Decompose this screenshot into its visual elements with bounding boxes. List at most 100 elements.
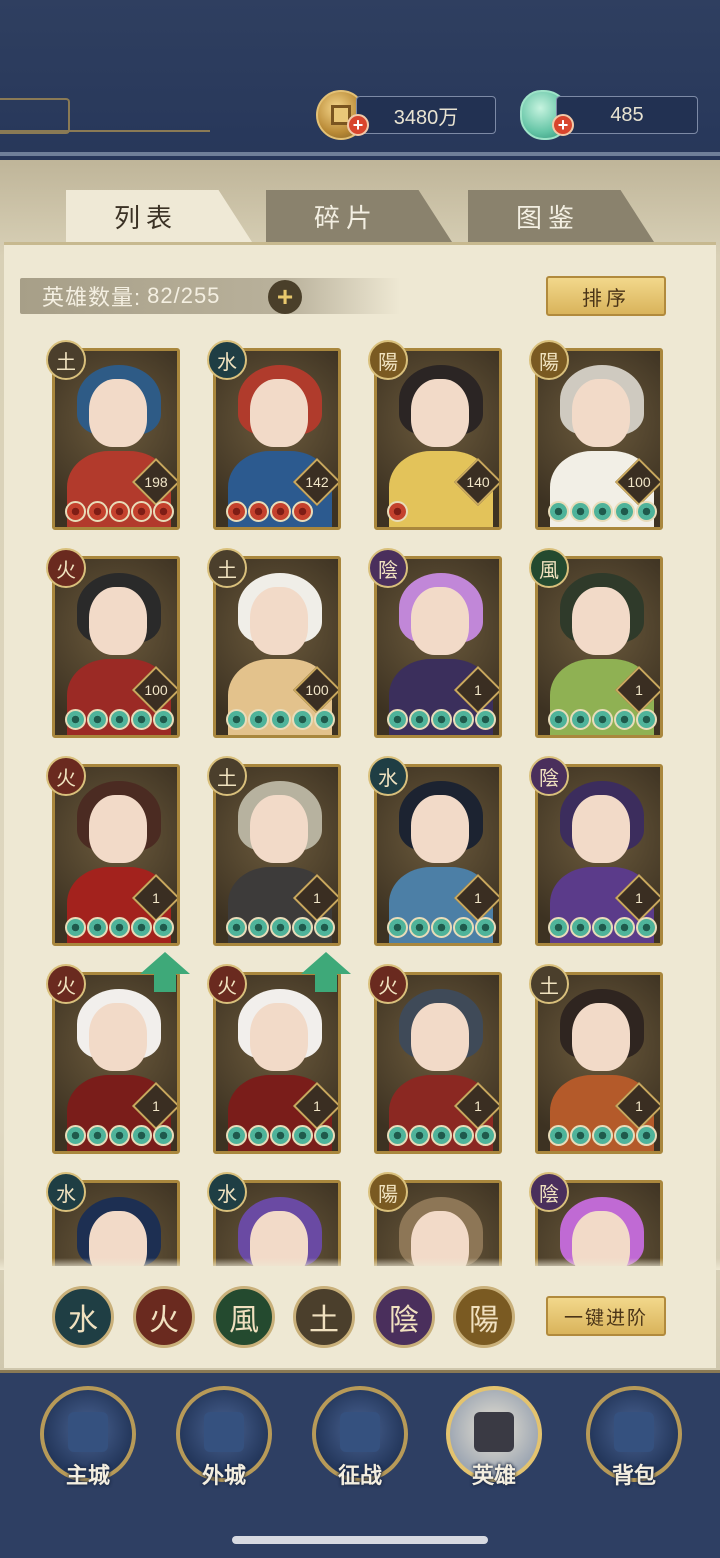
star-icon — [248, 709, 269, 730]
hero-element-icon: 土 — [207, 548, 247, 588]
sort-button-label: 排序 — [582, 287, 630, 310]
star-icon — [548, 1125, 569, 1146]
filter-yin-button[interactable]: 陰 — [373, 1286, 435, 1348]
hero-face — [411, 1003, 469, 1071]
hero-face — [89, 1003, 147, 1071]
star-icon — [570, 709, 591, 730]
filter-earth-button[interactable]: 土 — [293, 1286, 355, 1348]
star-icon — [270, 1125, 291, 1146]
expand-capacity-button[interactable]: + — [268, 280, 302, 314]
star-icon — [248, 501, 269, 522]
hero-level: 1 — [152, 890, 160, 906]
hero-element-icon: 土 — [529, 964, 569, 1004]
filter-water-glyph: 水 — [68, 1303, 98, 1338]
star-icon — [109, 501, 130, 522]
star-icon — [548, 917, 569, 938]
star-icon — [475, 709, 496, 730]
star-icon — [636, 501, 657, 522]
home-indicator[interactable] — [232, 1536, 488, 1544]
star-icon — [453, 709, 474, 730]
hero-star-row — [226, 1125, 335, 1147]
star-icon — [226, 709, 247, 730]
hero-face — [250, 379, 308, 447]
hero-card[interactable]: 100 土 — [207, 548, 341, 738]
star-icon — [548, 709, 569, 730]
hero-card[interactable]: 1火 — [368, 964, 502, 1154]
star-icon — [387, 709, 408, 730]
star-icon — [270, 709, 291, 730]
star-icon — [314, 1125, 335, 1146]
hero-element-icon: 火 — [368, 964, 408, 1004]
hero-card[interactable]: 140 陽 — [368, 340, 502, 530]
hero-card[interactable]: 1火 — [46, 756, 180, 946]
coin-counter: 3480万 — [356, 96, 496, 134]
star-icon — [226, 917, 247, 938]
star-icon — [87, 917, 108, 938]
star-icon — [592, 501, 613, 522]
star-icon — [131, 1125, 152, 1146]
star-icon — [614, 917, 635, 938]
hero-element-icon: 陽 — [368, 340, 408, 380]
hero-level: 1 — [635, 890, 643, 906]
sort-button[interactable]: 排序 — [546, 276, 666, 316]
hero-element-icon: 陰 — [529, 756, 569, 796]
filter-fire-button[interactable]: 火 — [133, 1286, 195, 1348]
tab-codex-label: 图鉴 — [515, 202, 580, 233]
hero-element-icon: 水 — [207, 1172, 247, 1212]
star-icon — [387, 501, 408, 522]
hero-card[interactable]: 1風 — [529, 548, 663, 738]
hero-card[interactable]: 100 火 — [46, 548, 180, 738]
hero-face — [250, 795, 308, 863]
star-icon — [636, 917, 657, 938]
hero-card[interactable]: 陽 — [368, 1172, 502, 1266]
hero-card[interactable]: 142 水 — [207, 340, 341, 530]
hero-star-row — [548, 501, 657, 523]
add-jade-button[interactable]: + — [552, 114, 574, 136]
hero-level: 1 — [152, 1098, 160, 1114]
star-icon — [65, 709, 86, 730]
filter-water-button[interactable]: 水 — [52, 1286, 114, 1348]
hero-card[interactable]: 1土 — [207, 756, 341, 946]
hero-level: 100 — [627, 474, 651, 490]
hero-level: 100 — [305, 682, 329, 698]
hero-count-label: 英雄数量: — [42, 285, 142, 310]
hero-card[interactable]: 1土 — [529, 964, 663, 1154]
hero-card[interactable]: 1陰 — [529, 756, 663, 946]
hero-card[interactable]: 198 土 — [46, 340, 180, 530]
star-icon — [314, 917, 335, 938]
one-click-advance-button[interactable]: 一键进阶 — [546, 1296, 666, 1336]
nav-outer-city-label: 外城 — [201, 1463, 246, 1488]
hero-level: 100 — [144, 682, 168, 698]
star-icon — [270, 917, 291, 938]
filter-yang-button[interactable]: 陽 — [453, 1286, 515, 1348]
hero-card[interactable]: 1水 — [368, 756, 502, 946]
ornament-line — [0, 130, 210, 132]
filter-wind-button[interactable]: 風 — [213, 1286, 275, 1348]
star-icon — [431, 1125, 452, 1146]
star-icon — [226, 1125, 247, 1146]
nav-heroes-label: 英雄 — [471, 1463, 516, 1488]
hero-star-row — [548, 709, 657, 731]
star-icon — [131, 501, 152, 522]
hero-element-icon: 火 — [46, 756, 86, 796]
nav-campaign-label: 征战 — [337, 1463, 382, 1488]
hero-card[interactable]: 1火 — [207, 952, 351, 1154]
tab-fragments-label: 碎片 — [313, 202, 378, 233]
hero-card[interactable]: 1陰 — [368, 548, 502, 738]
palace-icon — [68, 1412, 108, 1452]
hero-star-row — [387, 917, 496, 939]
hero-star-row — [226, 501, 313, 523]
hero-card[interactable]: 100 陽 — [529, 340, 663, 530]
star-icon — [453, 917, 474, 938]
hero-card[interactable]: 水 — [46, 1172, 180, 1266]
hero-star-row — [65, 1125, 174, 1147]
hero-star-row — [65, 709, 174, 731]
bag-icon — [614, 1412, 654, 1452]
grid-fade — [0, 1258, 720, 1270]
hero-card[interactable]: 1火 — [46, 952, 190, 1154]
star-icon — [109, 1125, 130, 1146]
add-coin-button[interactable]: + — [347, 114, 369, 136]
star-icon — [248, 1125, 269, 1146]
hero-card[interactable]: 陰 — [529, 1172, 663, 1266]
hero-card[interactable]: 水 — [207, 1172, 341, 1266]
